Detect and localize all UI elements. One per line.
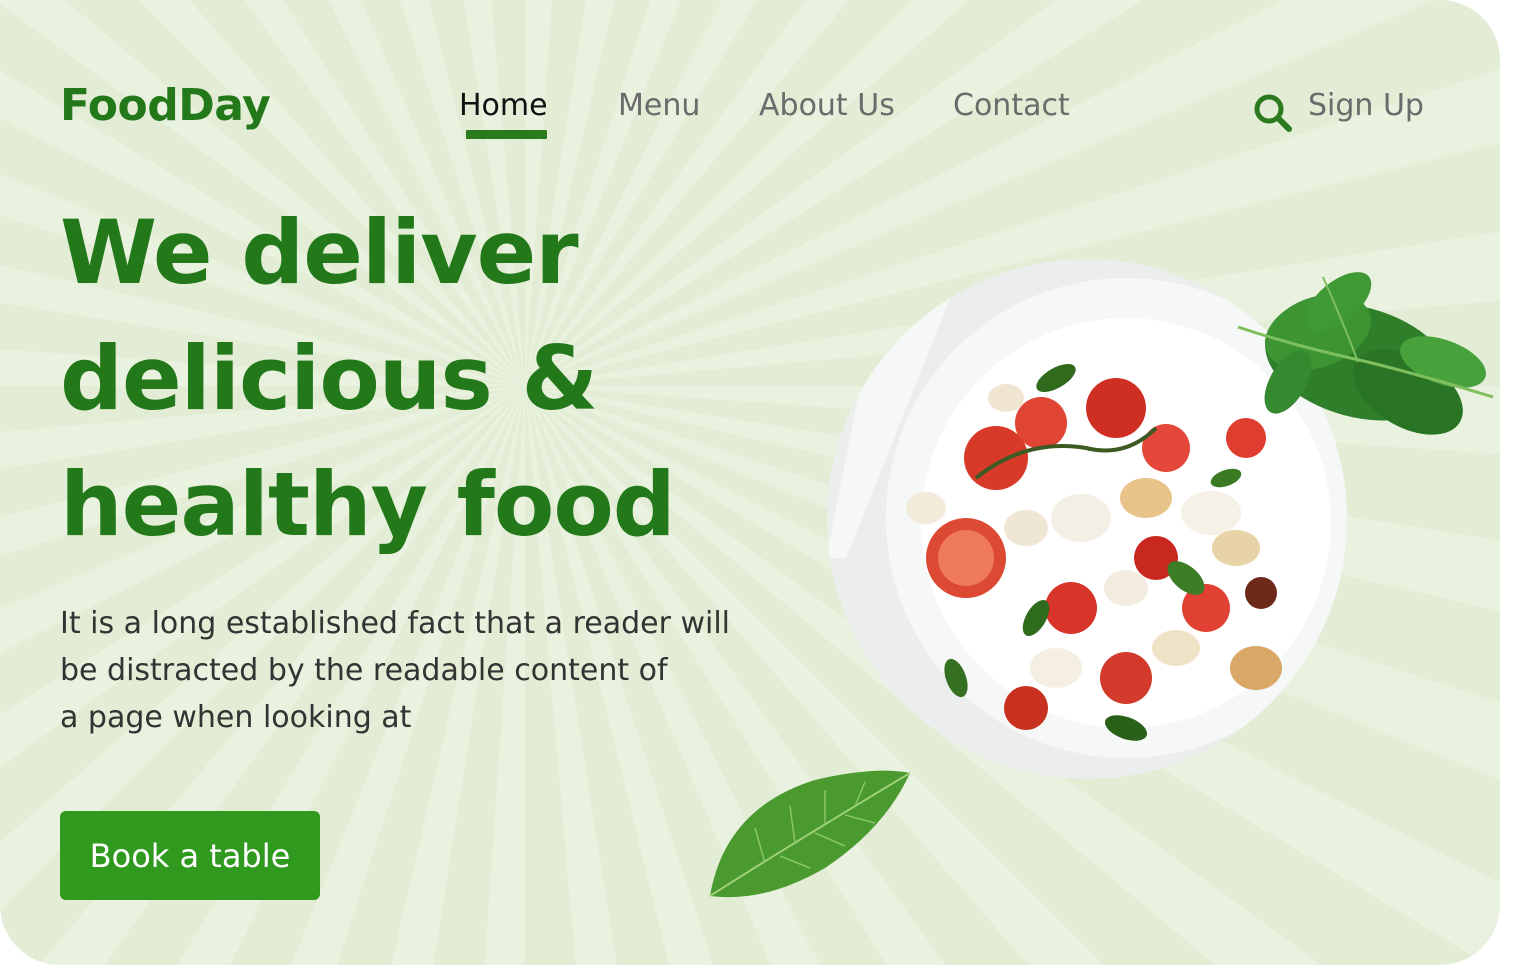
description-line: be distracted by the readable content of <box>60 653 668 688</box>
search-icon <box>1254 94 1292 132</box>
nav-item-contact[interactable]: Contact <box>953 88 1070 123</box>
nav-item-about-us[interactable]: About Us <box>759 88 895 123</box>
spinach-image <box>1237 272 1494 435</box>
active-nav-indicator <box>466 130 547 139</box>
search-button[interactable] <box>1252 92 1294 134</box>
headline-line: healthy food <box>60 453 676 556</box>
description-line: It is a long established fact that a rea… <box>60 606 731 641</box>
description-line: a page when looking at <box>60 700 412 735</box>
nav-item-menu[interactable]: Menu <box>618 88 700 123</box>
signup-link[interactable]: Sign Up <box>1308 88 1424 123</box>
hero-headline: We deliver delicious & healthy food <box>60 190 676 568</box>
hero-description: It is a long established fact that a rea… <box>60 600 820 741</box>
book-table-button[interactable]: Book a table <box>60 811 320 900</box>
headline-line: We deliver <box>60 201 579 304</box>
nav-item-home[interactable]: Home <box>459 88 548 123</box>
hero-page: FoodDay Home Menu About Us Contact Sign … <box>0 0 1500 965</box>
headline-line: delicious & <box>60 327 598 430</box>
leaf-image <box>709 770 911 898</box>
